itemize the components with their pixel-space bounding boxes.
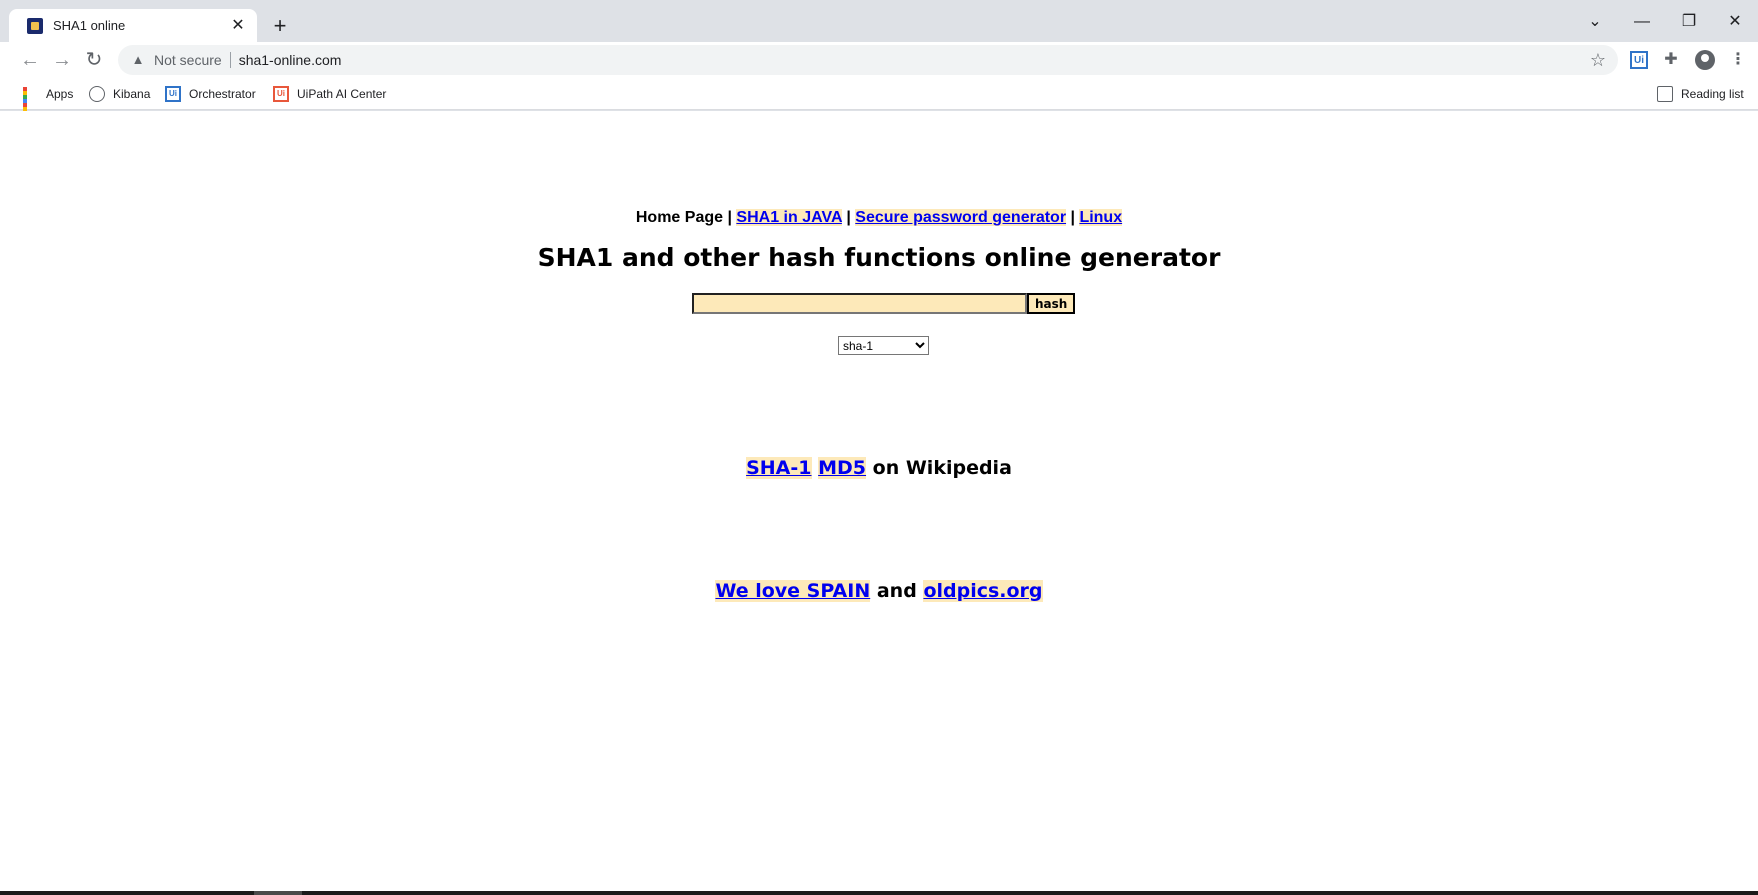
tab-strip: SHA1 online ✕ + ⌄ — ❐ ✕ [0, 0, 1758, 42]
we-love-spain-link[interactable]: We love SPAIN [715, 580, 871, 602]
forward-arrow-icon[interactable]: → [48, 46, 76, 74]
page-title: SHA1 and other hash functions online gen… [537, 243, 1221, 272]
browser-toolbar: ← → ↻ ▲ Not secure sha1-online.com ☆ Ui … [0, 42, 1758, 78]
bookmark-uipath-ai-center[interactable]: Ui UiPath AI Center [273, 84, 386, 104]
omnibox-divider [229, 52, 231, 68]
bookmark-apps[interactable]: Apps [22, 84, 74, 123]
wikipedia-links: SHA-1 MD5 on Wikipedia [0, 457, 1758, 479]
menu-kebab-icon[interactable]: ⋮ [1727, 49, 1749, 71]
bookmark-label: UiPath AI Center [297, 87, 387, 101]
sha1-wikipedia-link[interactable]: SHA-1 [746, 457, 812, 479]
bookmark-label: Orchestrator [189, 87, 256, 101]
taskbar-edge [0, 891, 1758, 895]
back-arrow-icon[interactable]: ← [16, 46, 44, 74]
uipath-extension-icon[interactable]: Ui [1630, 51, 1648, 69]
url-text[interactable]: sha1-online.com [239, 52, 342, 68]
md5-wikipedia-link[interactable]: MD5 [818, 457, 867, 479]
address-bar[interactable]: ▲ Not secure sha1-online.com ☆ [118, 45, 1618, 75]
uipath-icon: Ui [165, 86, 181, 102]
bookmark-kibana[interactable]: Kibana [89, 84, 150, 104]
reading-list-label: Reading list [1681, 87, 1744, 101]
new-tab-button[interactable]: + [266, 13, 294, 41]
oldpics-link[interactable]: oldpics.org [923, 580, 1043, 602]
reading-list-button[interactable]: Reading list [1657, 84, 1744, 104]
bookmark-label: Kibana [113, 87, 151, 101]
hash-form: hash [692, 293, 1076, 314]
restore-button[interactable]: ❐ [1674, 8, 1704, 36]
profile-avatar-icon[interactable] [1695, 50, 1715, 70]
apps-grid-icon [22, 86, 38, 123]
tab-close-icon[interactable]: ✕ [229, 17, 247, 35]
nav-separator: | [846, 209, 851, 226]
minimize-button[interactable]: — [1627, 8, 1657, 36]
promo-links: We love SPAIN and oldpics.org [0, 580, 1758, 602]
nav-link-password-generator[interactable]: Secure password generator [855, 209, 1067, 226]
promo-and-text: and [876, 580, 917, 602]
security-label[interactable]: Not secure [154, 52, 222, 68]
tab-search-icon[interactable]: ⌄ [1581, 8, 1609, 36]
hash-button[interactable]: hash [1027, 293, 1076, 314]
bookmark-orchestrator[interactable]: Ui Orchestrator [165, 84, 256, 104]
wikipedia-suffix: on Wikipedia [872, 457, 1012, 479]
taskbar-active-item[interactable] [254, 891, 302, 895]
nav-separator: | [727, 209, 732, 226]
uipath-ai-center-icon: Ui [273, 86, 289, 102]
kibana-icon [89, 86, 105, 102]
close-window-button[interactable]: ✕ [1720, 8, 1750, 36]
bookmark-label: Apps [46, 87, 74, 101]
nav-link-sha1-java[interactable]: SHA1 in JAVA [736, 209, 842, 226]
tab-title: SHA1 online [53, 18, 126, 33]
nav-separator: | [1070, 209, 1075, 226]
reload-icon[interactable]: ↻ [80, 46, 108, 74]
top-navigation: Home Page | SHA1 in JAVA | Secure passwo… [0, 209, 1758, 227]
nav-link-linux[interactable]: Linux [1079, 209, 1123, 226]
reading-list-icon [1657, 86, 1673, 102]
nav-home-label: Home Page [635, 209, 724, 226]
warning-icon[interactable]: ▲ [130, 52, 146, 68]
browser-tab[interactable]: SHA1 online ✕ [9, 9, 257, 42]
bookmarks-bar: Apps Kibana Ui Orchestrator Ui UiPath AI… [0, 78, 1758, 123]
site-favicon-icon [27, 17, 43, 34]
algorithm-select[interactable]: sha-1 [838, 336, 929, 355]
page-content: Home Page | SHA1 in JAVA | Secure passwo… [0, 111, 1758, 891]
bookmark-star-icon[interactable]: ☆ [1590, 50, 1606, 71]
extensions-puzzle-icon[interactable]: ✚ [1660, 49, 1682, 71]
hash-input[interactable] [692, 293, 1027, 314]
